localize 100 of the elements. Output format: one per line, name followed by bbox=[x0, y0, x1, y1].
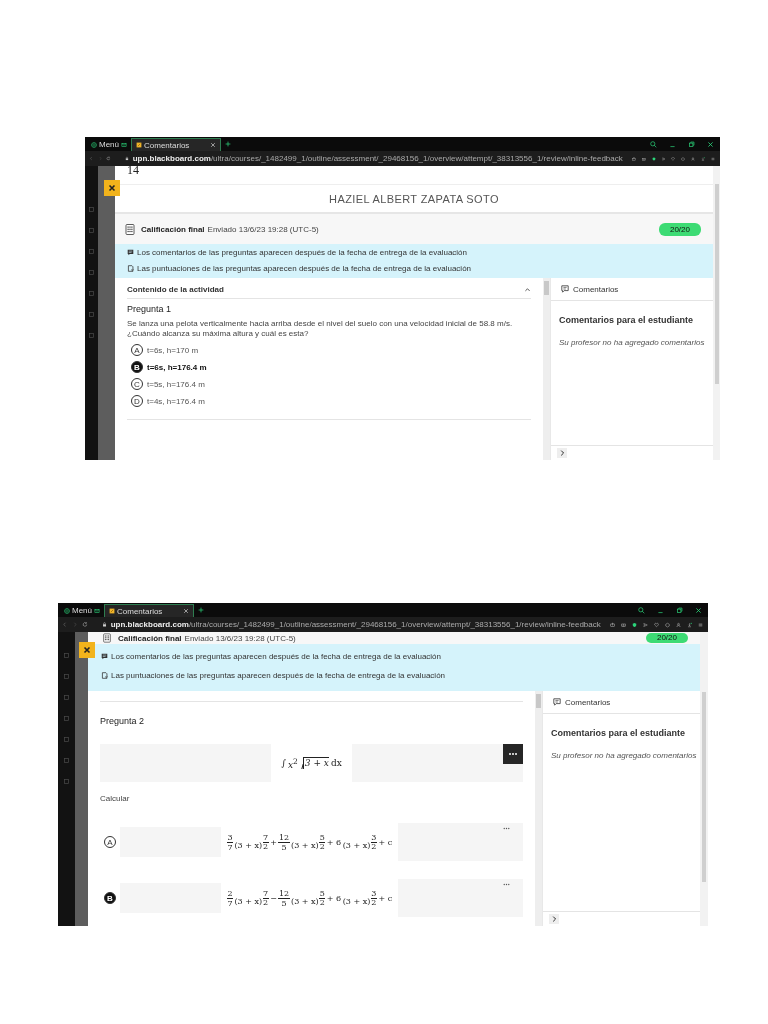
option-text: t=5s, h=176.4 m bbox=[147, 379, 205, 389]
browser-tab[interactable]: Comentarios bbox=[104, 604, 194, 617]
share-icon[interactable] bbox=[609, 621, 615, 628]
cube-icon[interactable] bbox=[681, 155, 686, 162]
comment-icon bbox=[561, 285, 569, 293]
option-marker[interactable]: D bbox=[131, 395, 143, 407]
empty-comments-text: Su profesor no ha agregado comentarios bbox=[559, 338, 705, 347]
reload-icon[interactable] bbox=[106, 155, 111, 162]
option-marker[interactable]: B bbox=[131, 361, 143, 373]
notice-text: Las puntuaciones de las preguntas aparecen después de la fecha de entrega de la evaluación bbox=[137, 264, 472, 273]
send-icon[interactable] bbox=[661, 155, 666, 162]
close-tab-icon[interactable] bbox=[210, 142, 216, 148]
close-icon[interactable] bbox=[695, 606, 702, 614]
calculator-icon bbox=[125, 222, 135, 236]
sidebar-icon[interactable] bbox=[63, 694, 70, 701]
submitted-date: Enviado 13/6/23 19:28 (UTC-5) bbox=[207, 224, 319, 234]
browser-tab[interactable]: Menú bbox=[60, 604, 104, 617]
math-formula: ∫ x$^{2}$ 3 + x dx bbox=[281, 756, 342, 770]
heart-icon[interactable] bbox=[653, 621, 659, 628]
close-icon[interactable] bbox=[707, 140, 714, 148]
collapse-icon[interactable] bbox=[524, 285, 531, 293]
option-marker[interactable]: C bbox=[131, 378, 143, 390]
sidebar-icon[interactable] bbox=[88, 290, 95, 297]
question-title: Pregunta 1 bbox=[127, 304, 173, 314]
sidebar-icon[interactable] bbox=[88, 206, 95, 213]
lock-icon bbox=[124, 155, 129, 162]
globe-icon bbox=[91, 141, 97, 148]
shield-icon[interactable] bbox=[631, 621, 637, 628]
new-tab-icon[interactable] bbox=[198, 607, 204, 613]
instruction-text: Calcular bbox=[100, 794, 131, 803]
grade-label: Calificación final bbox=[118, 633, 182, 643]
heart-icon[interactable] bbox=[671, 155, 676, 162]
sidebar-icon[interactable] bbox=[63, 673, 70, 680]
expand-button[interactable] bbox=[557, 448, 567, 458]
close-button[interactable] bbox=[104, 180, 120, 196]
sidebar-icon[interactable] bbox=[88, 248, 95, 255]
sidebar-icon[interactable] bbox=[63, 715, 70, 722]
scroll-thumb[interactable] bbox=[715, 184, 719, 384]
option-text: t=4s, h=176.4 m bbox=[147, 396, 205, 406]
reload-icon[interactable] bbox=[81, 621, 88, 628]
question-text: Se lanza una pelota verticalmente hacia arriba desde el nivel del suelo con una velocidad inicial de 58.8 m/s. ¿Cuándo alcanza su máxima altura y cuál es esta? bbox=[127, 319, 514, 339]
more-icon[interactable] bbox=[502, 827, 511, 830]
comment-icon bbox=[101, 653, 108, 660]
download-icon[interactable] bbox=[686, 621, 692, 628]
close-tab-icon[interactable] bbox=[183, 608, 189, 614]
camera-icon[interactable] bbox=[620, 621, 626, 628]
share-icon[interactable] bbox=[631, 155, 636, 162]
close-button[interactable] bbox=[79, 642, 95, 658]
restore-icon[interactable] bbox=[676, 606, 683, 614]
comments-heading: Comentarios para el estudiante bbox=[559, 315, 695, 325]
comments-heading: Comentarios para el estudiante bbox=[551, 728, 687, 738]
panel-title: Comentarios bbox=[573, 284, 619, 294]
cube-icon[interactable] bbox=[664, 621, 670, 628]
grade-label: Calificación final bbox=[141, 224, 205, 234]
shield-icon[interactable] bbox=[651, 155, 656, 162]
search-icon[interactable] bbox=[650, 140, 657, 148]
user-icon[interactable] bbox=[675, 621, 681, 628]
camera-icon[interactable] bbox=[641, 155, 646, 162]
send-icon[interactable] bbox=[642, 621, 648, 628]
expand-button[interactable] bbox=[549, 914, 559, 924]
scroll-thumb[interactable] bbox=[702, 692, 706, 882]
sidebar-icon[interactable] bbox=[88, 332, 95, 339]
browser-tab[interactable]: Comentarios bbox=[131, 138, 221, 151]
mail-icon[interactable] bbox=[121, 141, 127, 148]
scroll-thumb[interactable] bbox=[536, 694, 541, 708]
favicon-icon bbox=[136, 142, 142, 148]
option-marker[interactable]: A bbox=[104, 836, 116, 848]
page-number: 14 bbox=[127, 166, 139, 174]
search-icon[interactable] bbox=[638, 606, 645, 614]
sidebar-icon[interactable] bbox=[63, 652, 70, 659]
restore-icon[interactable] bbox=[688, 140, 695, 148]
more-button[interactable] bbox=[503, 744, 523, 764]
more-icon[interactable] bbox=[502, 883, 511, 886]
section-title: Contenido de la actividad bbox=[127, 284, 224, 294]
document-icon bbox=[127, 265, 134, 272]
document-icon bbox=[101, 672, 108, 679]
question-title: Pregunta 2 bbox=[100, 716, 146, 726]
mail-icon[interactable] bbox=[94, 607, 100, 614]
option-marker[interactable]: B bbox=[104, 892, 116, 904]
back-icon[interactable] bbox=[89, 155, 94, 162]
option-text: t=6s, h=176.4 m bbox=[147, 362, 207, 372]
sidebar-icon[interactable] bbox=[88, 227, 95, 234]
back-icon[interactable] bbox=[62, 621, 68, 628]
sidebar-icon[interactable] bbox=[63, 736, 70, 743]
user-icon[interactable] bbox=[691, 155, 696, 162]
browser-tab[interactable]: Menú bbox=[87, 138, 131, 151]
notice-text: Los comentarios de las preguntas aparecen después de la fecha de entrega de la evaluación bbox=[137, 248, 467, 257]
comment-icon bbox=[127, 249, 134, 256]
sidebar-icon[interactable] bbox=[88, 311, 95, 318]
notice-text: Las puntuaciones de las preguntas aparecen después de la fecha de entrega de la evaluación bbox=[111, 671, 446, 680]
download-icon[interactable] bbox=[701, 155, 706, 162]
sidebar-icon[interactable] bbox=[63, 757, 70, 764]
new-tab-icon[interactable] bbox=[225, 141, 231, 147]
sidebar-icon[interactable] bbox=[88, 269, 95, 276]
scroll-thumb[interactable] bbox=[544, 281, 549, 295]
option-marker[interactable]: A bbox=[131, 344, 143, 356]
score-badge: 20/20 bbox=[658, 222, 701, 236]
panel-title: Comentarios bbox=[565, 697, 611, 707]
sidebar-icon[interactable] bbox=[63, 778, 70, 785]
favicon-icon bbox=[109, 608, 115, 614]
